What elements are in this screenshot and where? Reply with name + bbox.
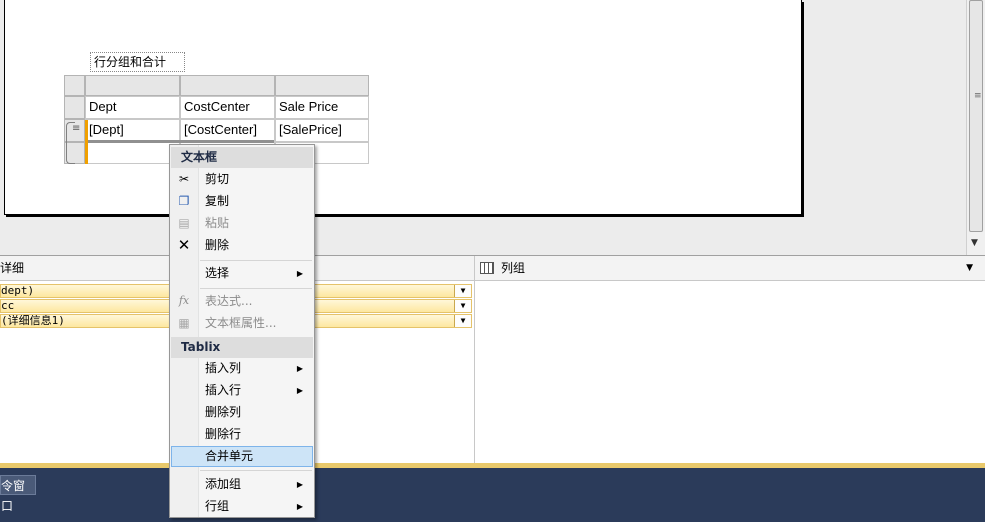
menu-item-row-group[interactable]: 行组 ▶ xyxy=(171,496,313,517)
field-cell-costcenter[interactable]: [CostCenter] xyxy=(180,119,275,142)
menu-item-add-group[interactable]: 添加组 ▶ xyxy=(171,474,313,495)
field-cell-saleprice[interactable]: [SalePrice] xyxy=(275,119,369,142)
scissors-icon: ✂ xyxy=(178,172,190,186)
column-groups-header: 列组 ▼ xyxy=(474,256,985,281)
menu-separator xyxy=(200,288,312,289)
menu-item-insert-column[interactable]: 插入列 ▶ xyxy=(171,358,313,379)
header-cell-costcenter[interactable]: CostCenter xyxy=(180,96,275,119)
menu-separator xyxy=(200,260,312,261)
menu-item-merge-cells[interactable]: 合并单元 xyxy=(171,446,313,467)
menu-item-label: 删除列 xyxy=(205,405,242,419)
menu-item-expression[interactable]: fx 表达式... xyxy=(171,291,313,312)
row-group-label: cc xyxy=(1,299,15,312)
column-handle[interactable] xyxy=(180,75,275,96)
grip-icon: ≡ xyxy=(974,91,982,101)
row-groups-label: 详细 xyxy=(0,261,25,275)
header-cell-dept[interactable]: Dept xyxy=(85,96,180,119)
column-group-icon xyxy=(480,262,494,274)
menu-item-label: 行组 xyxy=(205,499,230,513)
menu-item-label: 添加组 xyxy=(205,477,242,491)
column-handle[interactable] xyxy=(275,75,369,96)
chevron-down-icon[interactable]: ▼ xyxy=(966,256,973,281)
menu-item-paste[interactable]: ▤ 粘贴 xyxy=(171,213,313,234)
paste-icon: ▤ xyxy=(178,216,190,230)
menu-item-textbox-properties[interactable]: ▦ 文本框属性... xyxy=(171,313,313,334)
menu-item-label: 表达式... xyxy=(205,294,253,308)
column-handle[interactable] xyxy=(85,75,180,96)
group-indicator-icon: ≡ xyxy=(72,123,81,134)
menu-item-label: 剪切 xyxy=(205,172,230,186)
menu-section-tablix: Tablix xyxy=(171,337,313,358)
menu-item-label: 选择 xyxy=(205,266,230,280)
vertical-scrollbar[interactable]: ≡ ▼ xyxy=(966,0,985,255)
column-groups-label: 列组 xyxy=(501,261,526,275)
row-handle[interactable] xyxy=(64,96,85,119)
selection-marker xyxy=(88,140,274,143)
chevron-down-icon[interactable]: ▼ xyxy=(454,285,471,297)
menu-item-label: 合并单元 xyxy=(205,449,254,463)
menu-item-delete-column[interactable]: 删除列 xyxy=(171,402,313,423)
menu-item-label: 插入行 xyxy=(205,383,242,397)
submenu-arrow-icon: ▶ xyxy=(296,502,303,511)
total-cell[interactable] xyxy=(85,142,180,164)
copy-icon: ❐ xyxy=(178,194,190,208)
scroll-down-arrow-icon[interactable]: ▼ xyxy=(971,238,978,248)
chevron-down-icon[interactable]: ▼ xyxy=(454,300,471,312)
submenu-arrow-icon: ▶ xyxy=(296,480,303,489)
menu-item-label: 插入列 xyxy=(205,361,242,375)
menu-item-label: 删除行 xyxy=(205,427,242,441)
x-icon: ✕ xyxy=(177,236,191,254)
menu-separator xyxy=(200,470,312,471)
menu-item-label: 粘贴 xyxy=(205,216,230,230)
context-menu: 文本框 ✂ 剪切 ❐ 复制 ▤ 粘贴 ✕ 删除 选择 ▶ fx 表达式... ▦… xyxy=(169,144,315,518)
fx-icon: fx xyxy=(178,294,190,307)
row-group-label: (详细信息1) xyxy=(1,314,65,327)
menu-item-select[interactable]: 选择 ▶ xyxy=(171,263,313,284)
menu-item-label: 文本框属性... xyxy=(205,316,277,330)
menu-item-delete-row[interactable]: 删除行 xyxy=(171,424,313,445)
design-surface[interactable]: 行分组和合计 Dept CostCenter Sale Price [Dept]… xyxy=(0,0,966,255)
header-cell-saleprice[interactable]: Sale Price xyxy=(275,96,369,119)
bottom-tool-window-bar: 令窗口 xyxy=(0,468,985,522)
properties-icon: ▦ xyxy=(178,316,190,330)
field-cell-dept[interactable]: [Dept] xyxy=(85,119,180,142)
menu-item-label: 删除 xyxy=(205,238,230,252)
menu-section-textbox: 文本框 xyxy=(171,147,313,168)
scrollbar-thumb[interactable]: ≡ xyxy=(969,0,983,232)
menu-item-label: 复制 xyxy=(205,194,230,208)
menu-item-cut[interactable]: ✂ 剪切 xyxy=(171,169,313,190)
report-title-textbox[interactable]: 行分组和合计 xyxy=(90,52,185,72)
grouping-pane: 详细 列组 ▼ dept) ▼ cc ▼ (详细信息1) ▼ xyxy=(0,255,985,469)
column-group-area[interactable] xyxy=(474,281,985,463)
tablix-corner-handle[interactable] xyxy=(64,75,85,96)
submenu-arrow-icon: ▶ xyxy=(296,386,303,395)
chevron-down-icon[interactable]: ▼ xyxy=(454,315,471,327)
menu-item-insert-row[interactable]: 插入行 ▶ xyxy=(171,380,313,401)
menu-item-delete[interactable]: ✕ 删除 xyxy=(171,235,313,256)
submenu-arrow-icon: ▶ xyxy=(296,269,303,278)
row-group-label: dept) xyxy=(1,284,35,297)
menu-item-copy[interactable]: ❐ 复制 xyxy=(171,191,313,212)
command-window-tab[interactable]: 令窗口 xyxy=(0,475,36,513)
submenu-arrow-icon: ▶ xyxy=(296,364,303,373)
